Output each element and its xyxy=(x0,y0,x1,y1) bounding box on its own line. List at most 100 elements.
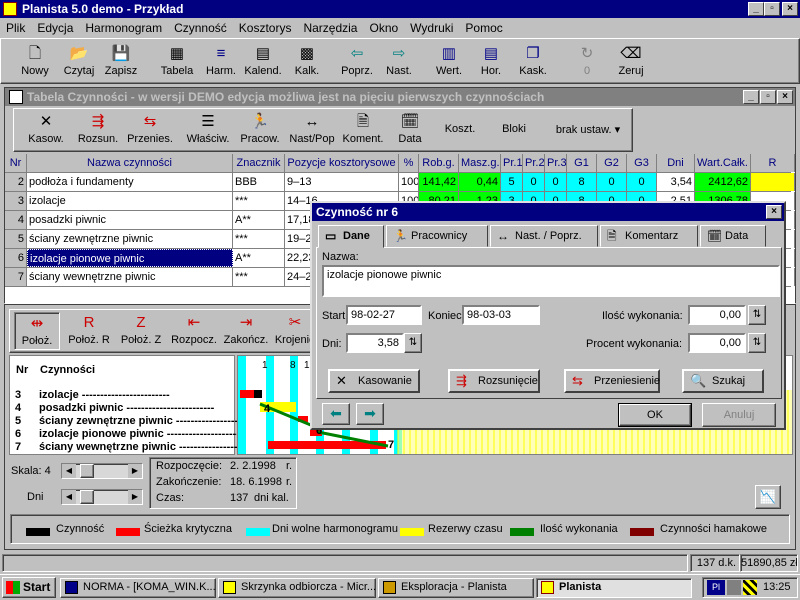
days-thumb[interactable] xyxy=(80,490,94,504)
scale-slider[interactable]: ◀ ▶ xyxy=(61,463,143,479)
menu-narzedzia[interactable]: Narzędzia xyxy=(297,19,363,37)
gantt-list-item[interactable]: 5 ściany zewnętrzne piwnic --------------… xyxy=(9,415,264,427)
menu-czynnosc[interactable]: Czynność xyxy=(168,19,233,37)
column-header[interactable]: Rob.g. xyxy=(419,154,459,172)
table-close-button[interactable]: × xyxy=(777,90,793,104)
previous-button[interactable]: ⇦ Poprz. xyxy=(337,43,377,77)
menu-pomoc[interactable]: Pomoc xyxy=(459,19,508,37)
column-header[interactable]: G1 xyxy=(567,154,597,172)
workers-button[interactable]: 🏃 Pracow. xyxy=(236,111,284,145)
task-planista[interactable]: Planista xyxy=(536,578,692,598)
next-prev-button[interactable]: ↔ Nast/Pop xyxy=(286,111,338,145)
counter-button[interactable]: ↻ 0 xyxy=(567,43,607,77)
tab-data[interactable]: 🗓 Data xyxy=(700,225,766,247)
save-button[interactable]: 💾 Zapisz xyxy=(101,43,141,77)
place-z-button[interactable]: Z Położ. Z xyxy=(116,312,166,346)
percent-input[interactable]: 0,00 xyxy=(688,333,746,353)
menu-wydruki[interactable]: Wydruki xyxy=(404,19,459,37)
tab-pracownicy[interactable]: 🏃 Pracownicy xyxy=(386,225,488,247)
column-header[interactable]: Wart.Całk. xyxy=(695,154,751,172)
tab-dane[interactable]: ▭ Dane xyxy=(318,225,384,248)
cancel-button[interactable]: Anuluj xyxy=(702,403,776,427)
spread-activity-button[interactable]: ⇶ Rozsunięcie xyxy=(448,369,540,393)
date-button[interactable]: 🗓 Data xyxy=(390,111,430,145)
name-input[interactable]: izolacje pionowe piwnic xyxy=(322,265,780,297)
maximize-button[interactable]: ▫ xyxy=(764,2,780,16)
table-row[interactable]: 2 podłoża i fundamenty BBB 9–13 100 141,42 0,4… xyxy=(5,173,795,192)
gantt-list-item[interactable]: 3 izolacje ------------------------ xyxy=(9,389,231,401)
column-header[interactable]: Znacznik xyxy=(233,154,285,172)
column-header[interactable]: G2 xyxy=(597,154,627,172)
scale-left-arrow[interactable]: ◀ xyxy=(62,464,76,478)
quantity-input[interactable]: 0,00 xyxy=(688,305,746,325)
place-button[interactable]: ⇹ Położ. xyxy=(14,312,60,350)
search-button[interactable]: 🔍 Szukaj xyxy=(682,369,764,393)
place-r-button[interactable]: R Położ. R xyxy=(64,312,114,346)
gantt-list-item[interactable]: 7 ściany wewnętrzne piwnic --------------… xyxy=(9,441,267,453)
table-button[interactable]: ▦ Tabela xyxy=(157,43,197,77)
column-header[interactable]: Dni xyxy=(657,154,695,172)
menu-edycja[interactable]: Edycja xyxy=(31,19,79,37)
table-maximize-button[interactable]: ▫ xyxy=(760,90,776,104)
column-header[interactable]: Masz.g. xyxy=(459,154,501,172)
gantt-list-item[interactable]: 6 izolacje pionowe piwnic ---------------… xyxy=(9,428,255,440)
tab-nast-poprz[interactable]: ↔ Nast. / Poprz. xyxy=(490,225,598,247)
tray-volume-icon[interactable] xyxy=(743,580,757,595)
open-button[interactable]: 📂 Czytaj xyxy=(59,43,99,77)
close-button[interactable]: × xyxy=(782,2,798,16)
gantt-button[interactable]: ≡ Harm. xyxy=(201,43,241,77)
column-header[interactable]: R xyxy=(751,154,795,172)
column-header[interactable]: Pr.3 xyxy=(545,154,567,172)
task-norma[interactable]: NORMA - [KOMA_WIN.K... xyxy=(60,578,216,598)
tile-horizontal-button[interactable]: ▤ Hor. xyxy=(471,43,511,77)
calendar-button[interactable]: ▤ Kalend. xyxy=(241,43,285,77)
reset-button[interactable]: ⌫ Zeruj xyxy=(611,43,651,77)
start-button[interactable]: ⇤ Rozpocz. xyxy=(168,312,220,346)
gantt-list-item[interactable]: 4 posadzki piwnic -----------------------… xyxy=(9,402,231,414)
column-header[interactable]: Nr xyxy=(5,154,27,172)
table-minimize-button[interactable]: _ xyxy=(743,90,759,104)
task-explorer[interactable]: Eksploracja - Planista xyxy=(378,578,534,598)
new-button[interactable]: 🗋 Nowy xyxy=(15,43,55,77)
column-header[interactable]: Pozycje kosztorysowe xyxy=(285,154,399,172)
minimize-button[interactable]: _ xyxy=(748,2,764,16)
tab-komentarz[interactable]: 🗎 Komentarz xyxy=(600,225,698,247)
tray-network-icon[interactable] xyxy=(727,580,741,595)
menu-harmonogram[interactable]: Harmonogram xyxy=(79,19,168,37)
scale-thumb[interactable] xyxy=(80,464,94,478)
spread-button[interactable]: ⇶ Rozsun. xyxy=(72,111,124,145)
next-button[interactable]: ⇨ Nast. xyxy=(379,43,419,77)
start-date-input[interactable]: 98-02-27 xyxy=(346,305,422,325)
blocks-button[interactable]: Bloki xyxy=(492,123,536,135)
costs-button[interactable]: Koszt. xyxy=(438,123,482,135)
days-slider[interactable]: ◀ ▶ xyxy=(61,489,143,505)
filter-dropdown[interactable]: brak ustaw. ▾ xyxy=(546,123,630,136)
cascade-button[interactable]: ❐ Kask. xyxy=(513,43,553,77)
end-button[interactable]: ⇥ Zakończ. xyxy=(220,312,272,346)
calculator-button[interactable]: ▩ Kalk. xyxy=(287,43,327,77)
ok-button[interactable]: OK xyxy=(618,403,692,427)
delete-activity-button[interactable]: ✕ Kasowanie xyxy=(328,369,420,393)
days-input[interactable]: 3,58 xyxy=(346,333,404,353)
menu-okno[interactable]: Okno xyxy=(363,19,404,37)
column-header[interactable]: Pr.1 xyxy=(501,154,523,172)
tray-planista-icon[interactable]: Pl xyxy=(707,580,725,595)
menu-kosztorys[interactable]: Kosztorys xyxy=(233,19,298,37)
dialog-prev-button[interactable]: ⬅ xyxy=(322,403,350,425)
days-calc-button[interactable]: ⇅ xyxy=(404,333,422,353)
days-right-arrow[interactable]: ▶ xyxy=(128,490,142,504)
task-inbox[interactable]: Skrzynka odbiorcza - Micr... xyxy=(218,578,376,598)
column-header[interactable]: % xyxy=(399,154,419,172)
comment-button[interactable]: 🗎 Koment. xyxy=(338,111,388,145)
tile-vertical-button[interactable]: ▥ Wert. xyxy=(429,43,469,77)
dialog-next-button[interactable]: ➡ xyxy=(356,403,384,425)
days-left-arrow[interactable]: ◀ xyxy=(62,490,76,504)
column-header[interactable]: G3 xyxy=(627,154,657,172)
quantity-calc-button[interactable]: ⇅ xyxy=(748,305,766,325)
properties-button[interactable]: ☰ Właściw. xyxy=(182,111,234,145)
delete-button[interactable]: ✕ Kasow. xyxy=(18,111,74,145)
dialog-close-button[interactable]: × xyxy=(766,205,782,219)
percent-calc-button[interactable]: ⇅ xyxy=(748,333,766,353)
move-button[interactable]: ⇆ Przenies. xyxy=(124,111,176,145)
menu-plik[interactable]: Plik xyxy=(0,19,31,37)
